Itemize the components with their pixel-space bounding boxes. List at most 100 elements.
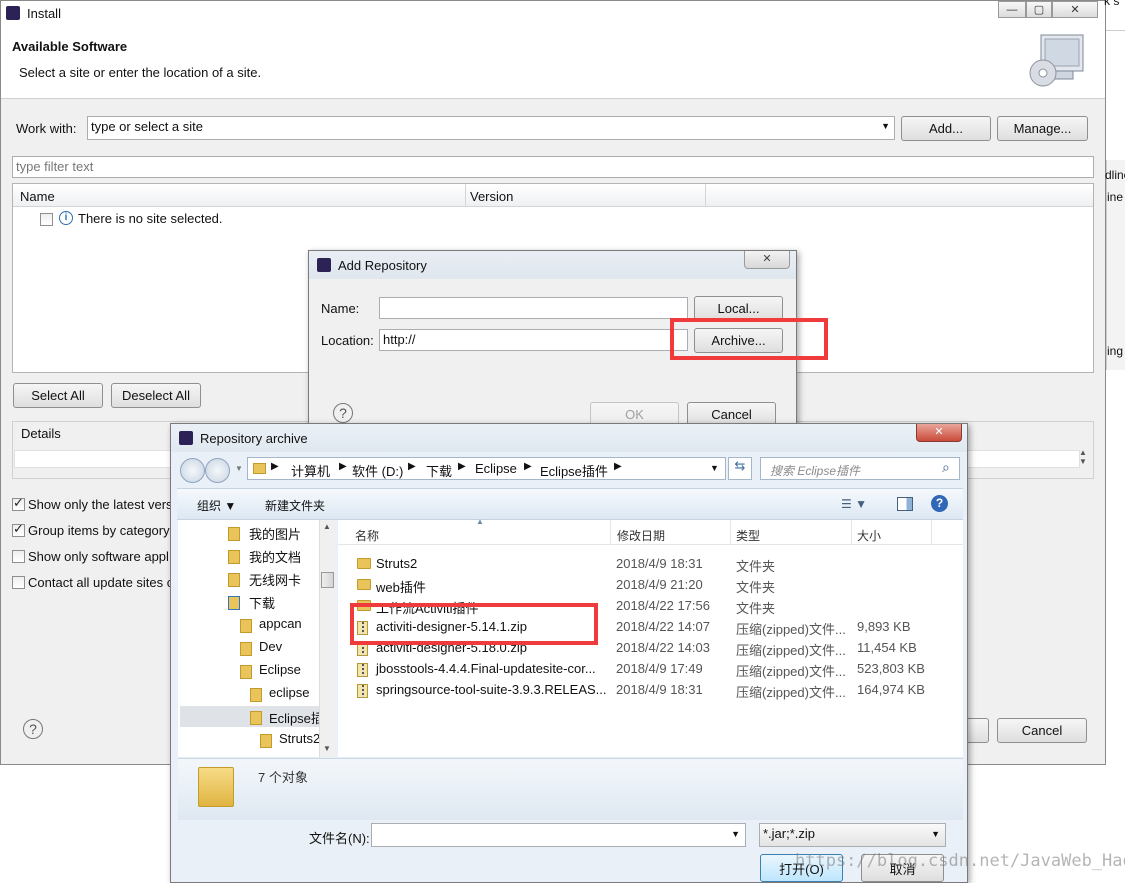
breadcrumb-eclipse[interactable]: Eclipse: [475, 461, 517, 476]
option-label-group: Group items by category: [28, 523, 170, 538]
new-folder-button[interactable]: 新建文件夹: [265, 497, 325, 514]
file-size: 11,454 KB: [857, 640, 917, 655]
navigation-scrollbar[interactable]: ▲ ▼: [319, 520, 335, 757]
tree-item-appcan[interactable]: appcan: [259, 616, 302, 631]
deselect-all-button[interactable]: Deselect All: [111, 383, 201, 408]
folder-icon: [228, 550, 240, 564]
file-date: 2018/4/9 17:49: [616, 661, 703, 676]
minimize-button[interactable]: —: [998, 1, 1026, 18]
tree-item-download[interactable]: 下载: [249, 593, 275, 612]
file-type-filter[interactable]: *.jar;*.zip ▼: [759, 823, 946, 847]
background-panel: [1106, 30, 1125, 160]
refresh-button[interactable]: ⇆: [728, 457, 752, 480]
table-header: Name Version: [13, 184, 1093, 207]
folder-icon: [260, 734, 272, 748]
filter-input[interactable]: type filter text: [12, 156, 1094, 178]
close-button[interactable]: ✕: [916, 424, 962, 442]
file-row[interactable]: jbosstools-4.4.4.Final-updatesite-cor...…: [350, 658, 960, 679]
history-dropdown-icon[interactable]: ▼: [235, 464, 243, 473]
add-site-button[interactable]: Add...: [901, 116, 991, 141]
work-with-combo[interactable]: type or select a site ▼: [87, 116, 895, 140]
select-all-button[interactable]: Select All: [13, 383, 103, 408]
item-count: 7 个对象: [258, 770, 308, 785]
column-header-date[interactable]: 修改日期: [617, 527, 665, 544]
tree-item-documents[interactable]: 我的文档: [249, 547, 301, 566]
preview-pane-icon[interactable]: [897, 497, 913, 511]
file-row[interactable]: springsource-tool-suite-3.9.3.RELEAS... 2…: [350, 679, 960, 700]
breadcrumb-separator: ▶: [339, 461, 347, 472]
option-checkbox-latest[interactable]: [12, 495, 25, 511]
tree-item-wireless[interactable]: 无线网卡: [249, 570, 301, 589]
option-checkbox-group[interactable]: [12, 521, 25, 537]
background-fragment: ing: [1107, 344, 1124, 358]
option-checkbox-applicable[interactable]: [12, 550, 25, 563]
location-label: Location:: [321, 333, 374, 348]
scroll-up-icon[interactable]: ▲: [323, 522, 331, 531]
install-wizard-icon: [1027, 33, 1087, 93]
organize-menu[interactable]: 组织 ▼: [197, 497, 236, 514]
close-button[interactable]: ✕: [1052, 1, 1098, 18]
column-name[interactable]: Name: [20, 189, 55, 204]
column-header-size[interactable]: 大小: [857, 527, 881, 544]
file-date: 2018/4/9 18:31: [616, 682, 703, 697]
tree-item-pictures[interactable]: 我的图片: [249, 524, 301, 543]
dropdown-arrow-icon[interactable]: ▼: [710, 463, 719, 473]
option-checkbox-contact[interactable]: [12, 576, 25, 589]
background-panel: dline ine ing: [1105, 160, 1125, 370]
work-with-value: type or select a site: [91, 119, 203, 134]
add-repository-title: Add Repository: [338, 258, 427, 273]
folder-icon: [250, 711, 262, 725]
maximize-button[interactable]: ▢: [1026, 1, 1052, 18]
address-bar[interactable]: ▶ 计算机 ▶ 软件 (D:) ▶ 下载 ▶ Eclipse ▶ Eclipse…: [247, 457, 726, 480]
option-label-applicable: Show only software appl: [28, 549, 169, 564]
install-cancel-button[interactable]: Cancel: [997, 718, 1087, 743]
manage-sites-button[interactable]: Manage...: [997, 116, 1088, 141]
file-size: 523,803 KB: [857, 661, 925, 676]
file-name: springsource-tool-suite-3.9.3.RELEAS...: [376, 682, 607, 697]
tree-item-struts2[interactable]: Struts2: [279, 731, 320, 746]
breadcrumb-download[interactable]: 下载: [426, 461, 452, 480]
file-row[interactable]: web插件 2018/4/9 21:20 文件夹: [350, 574, 960, 595]
no-site-checkbox[interactable]: [40, 213, 53, 226]
column-version[interactable]: Version: [470, 189, 513, 204]
help-icon[interactable]: ?: [23, 719, 43, 739]
zip-file-icon: [357, 684, 368, 698]
download-folder-icon: [228, 596, 240, 610]
tree-item-eclipse[interactable]: Eclipse: [259, 662, 301, 677]
location-input[interactable]: http://: [379, 329, 688, 351]
dropdown-arrow-icon[interactable]: ▼: [931, 829, 940, 839]
forward-button[interactable]: [205, 458, 230, 483]
filename-input[interactable]: ▼: [371, 823, 746, 847]
scrollbar-thumb[interactable]: [321, 572, 334, 588]
file-row[interactable]: Struts2 2018/4/9 18:31 文件夹: [350, 553, 960, 574]
dropdown-arrow-icon[interactable]: ▼: [731, 829, 740, 839]
close-button[interactable]: ✕: [744, 251, 790, 269]
tree-item-dev[interactable]: Dev: [259, 639, 282, 654]
eclipse-icon: [179, 431, 193, 445]
filename-label: 文件名(N):: [309, 831, 370, 846]
details-pane: 7 个对象: [178, 758, 963, 820]
back-button[interactable]: [180, 458, 205, 483]
breadcrumb-computer[interactable]: 计算机: [291, 461, 330, 480]
column-divider: [465, 184, 466, 206]
tree-item-eclipse-plugins[interactable]: Eclipse插: [269, 708, 324, 727]
column-header-type[interactable]: 类型: [736, 527, 760, 544]
folder-icon: [240, 642, 252, 656]
search-box[interactable]: 搜索 Eclipse插件 ⌕: [760, 457, 960, 480]
folder-icon: [228, 573, 240, 587]
column-header-name[interactable]: 名称: [355, 527, 379, 544]
file-name: jbosstools-4.4.4.Final-updatesite-cor...: [376, 661, 596, 676]
help-icon[interactable]: ?: [333, 403, 353, 423]
folder-icon: [228, 527, 240, 541]
name-input[interactable]: [379, 297, 688, 319]
column-divider: [705, 184, 706, 206]
scroll-down-icon[interactable]: ▼: [323, 744, 331, 753]
navigation-pane: 我的图片 我的文档 无线网卡 下载 appcan Dev Eclipse ecl…: [178, 520, 335, 757]
breadcrumb-drive[interactable]: 软件 (D:): [352, 461, 403, 480]
breadcrumb-plugins[interactable]: Eclipse插件: [540, 461, 608, 480]
help-icon[interactable]: ?: [931, 495, 948, 512]
details-scroll-icon[interactable]: ▲ ▼: [1079, 448, 1087, 466]
tree-item-eclipse-sub[interactable]: eclipse: [269, 685, 309, 700]
view-options-icon[interactable]: ☰ ▼: [841, 497, 867, 511]
file-name: web插件: [376, 580, 426, 595]
